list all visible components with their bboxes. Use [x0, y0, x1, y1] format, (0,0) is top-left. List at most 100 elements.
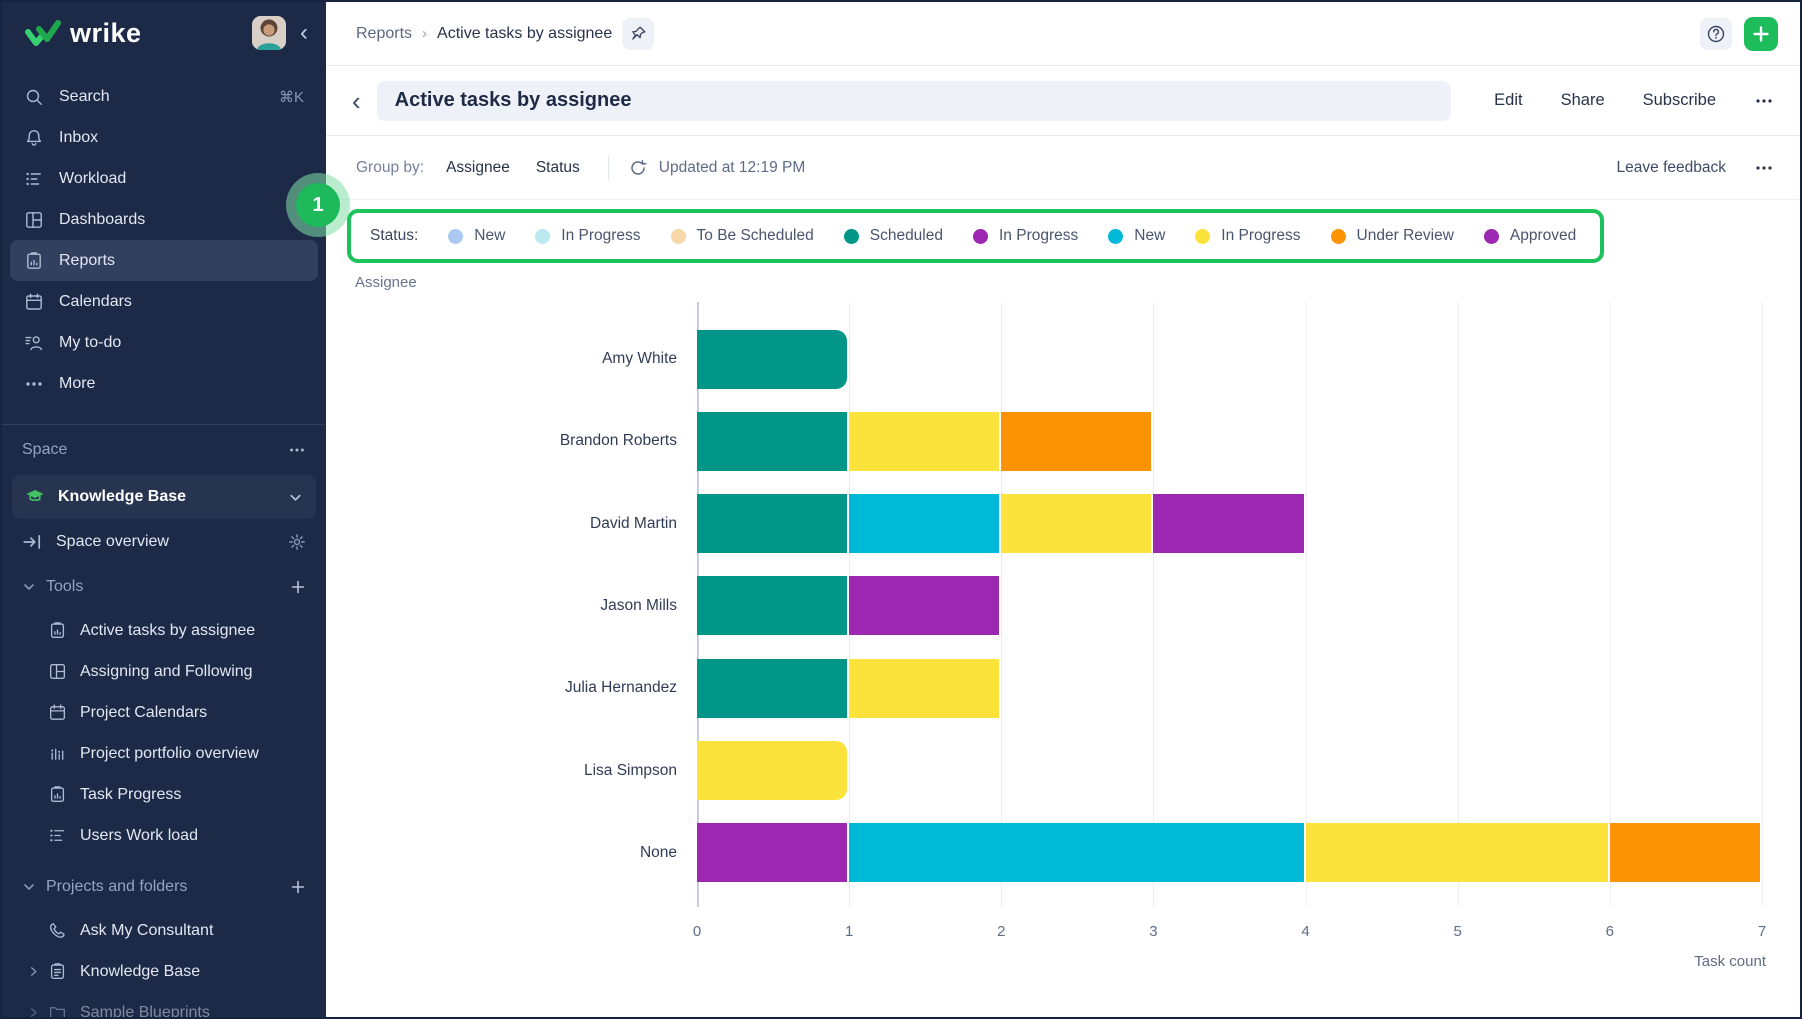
- sidebar-item-users-work-load[interactable]: Users Work load: [2, 815, 326, 856]
- chart-bar-segment[interactable]: [697, 823, 847, 882]
- sidebar-item-label: Inbox: [59, 129, 98, 147]
- collapse-sidebar-icon[interactable]: ‹: [300, 21, 308, 45]
- sidebar-item-space-overview[interactable]: Space overview: [2, 519, 326, 564]
- chart-bar-row: Julia Hernandez: [697, 659, 1762, 718]
- sidebar-item-ask-my-consultant[interactable]: Ask My Consultant: [2, 910, 326, 951]
- toolbar-more-icon[interactable]: [1754, 158, 1774, 178]
- sidebar-item-reports[interactable]: Reports: [10, 240, 318, 281]
- pin-button[interactable]: [622, 18, 654, 50]
- breadcrumb-current: Active tasks by assignee: [437, 25, 612, 43]
- edit-button[interactable]: Edit: [1494, 91, 1522, 110]
- x-axis-tick-label: 2: [997, 923, 1005, 940]
- chart-bar-segment[interactable]: [1001, 494, 1151, 553]
- chart-bar-segment[interactable]: [849, 494, 999, 553]
- sidebar-item-label: Dashboards: [59, 211, 145, 229]
- report-title-field[interactable]: Active tasks by assignee: [377, 81, 1451, 121]
- add-new-button[interactable]: [1744, 17, 1778, 51]
- user-avatar[interactable]: [252, 16, 286, 50]
- subscribe-button[interactable]: Subscribe: [1643, 91, 1716, 110]
- sidebar-item-knowledge-base[interactable]: Knowledge Base: [2, 951, 326, 992]
- sidebar-item-workload[interactable]: Workload: [10, 158, 318, 199]
- workload-icon: [24, 169, 44, 189]
- reports-icon: [24, 251, 44, 271]
- space-section-header: Space: [2, 425, 326, 475]
- sidebar-item-label: Calendars: [59, 293, 132, 311]
- refresh-icon[interactable]: [629, 159, 647, 177]
- sidebar-item-label: More: [59, 375, 95, 393]
- chart-x-axis-title: Task count: [1694, 953, 1766, 970]
- space-selector[interactable]: Knowledge Base: [12, 475, 316, 519]
- x-axis-tick-label: 3: [1149, 923, 1157, 940]
- tools-section-header[interactable]: Tools: [2, 564, 326, 610]
- sidebar-item-active-tasks-by-assignee[interactable]: Active tasks by assignee: [2, 610, 326, 651]
- chart-bar-row: Amy White: [697, 330, 1762, 389]
- chart-bar-segment[interactable]: [1001, 412, 1151, 471]
- legend-item[interactable]: New: [448, 227, 505, 245]
- projects-section-header[interactable]: Projects and folders: [2, 864, 326, 910]
- chart-bar-segment[interactable]: [1306, 823, 1608, 882]
- back-button[interactable]: ‹: [352, 88, 361, 114]
- chart-bar-segment[interactable]: [1610, 823, 1760, 882]
- sidebar-item-calendars[interactable]: Calendars: [10, 281, 318, 322]
- chevron-right-icon[interactable]: [27, 1006, 40, 1017]
- legend-item[interactable]: Scheduled: [844, 227, 943, 245]
- more-actions-icon[interactable]: [1754, 91, 1774, 111]
- chart-category-label: Jason Mills: [417, 597, 677, 615]
- legend-item[interactable]: Approved: [1484, 227, 1576, 245]
- sidebar-item-my-to-do[interactable]: My to-do: [10, 322, 318, 363]
- chart-y-axis-title: Assignee: [355, 274, 417, 291]
- sidebar-item-sample-blueprints[interactable]: Sample Blueprints: [2, 992, 326, 1017]
- sidebar-item-assigning-and-following[interactable]: Assigning and Following: [2, 651, 326, 692]
- sidebar-item-task-progress[interactable]: Task Progress: [2, 774, 326, 815]
- share-button[interactable]: Share: [1561, 91, 1605, 110]
- chart-bar-segment[interactable]: [697, 659, 847, 718]
- legend-item[interactable]: In Progress: [1195, 227, 1300, 245]
- space-more-icon[interactable]: [288, 441, 306, 459]
- chart-bar-segment[interactable]: [697, 576, 847, 635]
- legend-item[interactable]: In Progress: [535, 227, 640, 245]
- legend-item-label: In Progress: [1221, 227, 1300, 245]
- chart-bar-segment[interactable]: [849, 659, 999, 718]
- help-button[interactable]: [1700, 18, 1732, 50]
- sidebar-item-inbox[interactable]: Inbox: [10, 117, 318, 158]
- legend-item[interactable]: New: [1108, 227, 1165, 245]
- chevron-right-icon[interactable]: [27, 965, 40, 978]
- x-axis-tick-label: 7: [1758, 923, 1766, 940]
- group-by-assignee[interactable]: Assignee: [446, 159, 510, 177]
- projects-list: Ask My Consultant Knowledge BaseSample Bl…: [2, 910, 326, 1017]
- sidebar-item-project-calendars[interactable]: Project Calendars: [2, 692, 326, 733]
- calendar-icon: [48, 703, 67, 722]
- sidebar-item-label: Ask My Consultant: [80, 922, 213, 940]
- breadcrumb-reports-link[interactable]: Reports: [356, 25, 412, 43]
- chart-bar-segment[interactable]: [697, 494, 847, 553]
- breadcrumb-bar: Reports › Active tasks by assignee: [326, 2, 1800, 66]
- sidebar-item-search[interactable]: Search⌘K: [10, 76, 318, 117]
- leave-feedback-link[interactable]: Leave feedback: [1617, 159, 1726, 177]
- dashboards-icon: [24, 210, 44, 230]
- plus-icon[interactable]: [290, 879, 306, 895]
- chart-bar-segment[interactable]: [849, 823, 1303, 882]
- space-name: Knowledge Base: [58, 488, 186, 506]
- chart-bar-segment[interactable]: [849, 412, 999, 471]
- chart-bar-segment[interactable]: [697, 741, 847, 800]
- chart-bar-segment[interactable]: [1153, 494, 1303, 553]
- more-icon: [24, 374, 44, 394]
- sidebar-item-project-portfolio-overview[interactable]: Project portfolio overview: [2, 733, 326, 774]
- legend-item-label: New: [1134, 227, 1165, 245]
- chart-bar-row: David Martin: [697, 494, 1762, 553]
- legend-item[interactable]: In Progress: [973, 227, 1078, 245]
- calendar-icon: [24, 292, 44, 312]
- chart-bar-segment[interactable]: [849, 576, 999, 635]
- chart-category-label: Amy White: [417, 350, 677, 368]
- chart-bar-segment[interactable]: [697, 330, 847, 389]
- legend-item[interactable]: Under Review: [1331, 227, 1454, 245]
- plus-icon[interactable]: [290, 579, 306, 595]
- gear-icon[interactable]: [288, 533, 306, 551]
- chart-bar-segment[interactable]: [697, 412, 847, 471]
- legend-item[interactable]: To Be Scheduled: [671, 227, 814, 245]
- search-icon: [24, 87, 44, 107]
- group-by-status[interactable]: Status: [536, 159, 580, 177]
- status-legend: Status: NewIn ProgressTo Be ScheduledSch…: [347, 209, 1604, 263]
- sidebar-item-dashboards[interactable]: Dashboards: [10, 199, 318, 240]
- sidebar-item-more[interactable]: More: [10, 363, 318, 404]
